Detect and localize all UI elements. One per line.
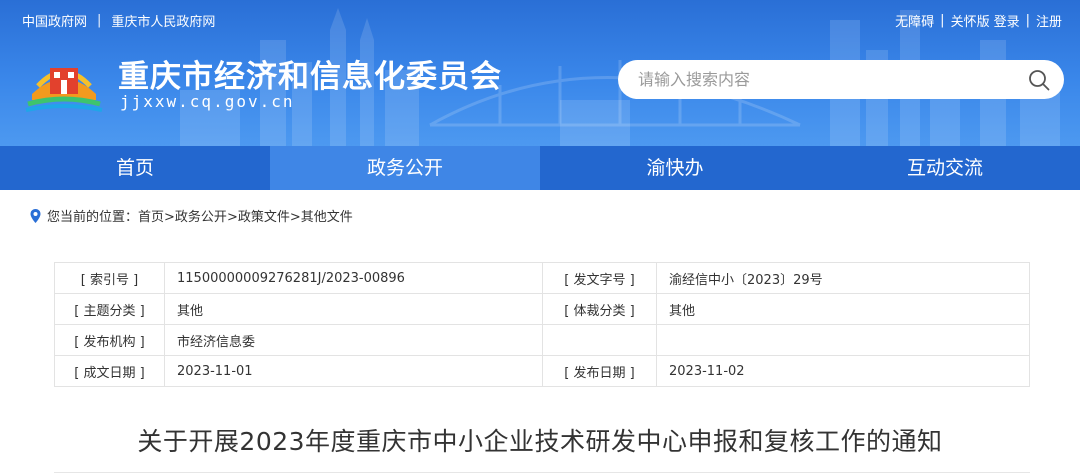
empty-cell	[542, 324, 657, 356]
divider: |	[1025, 13, 1030, 28]
search-icon[interactable]	[1028, 69, 1050, 91]
genre-value: 其他	[656, 293, 1030, 325]
location-pin-icon	[30, 208, 41, 223]
document-info-table: [ 索引号 ] 11500000009276281J/2023-00896 [ …	[54, 262, 1030, 387]
site-header: 中国政府网 | 重庆市人民政府网 无障碍 | 关怀版 登录 | 注册 重庆市经济…	[0, 0, 1080, 146]
breadcrumb-policy-documents[interactable]: >政策文件	[227, 206, 290, 225]
site-logo-icon[interactable]	[24, 50, 104, 112]
nav-yukuaiban[interactable]: 渝快办	[540, 146, 810, 190]
docno-value: 渝经信中小〔2023〕29号	[656, 262, 1030, 294]
document-title: 关于开展2023年度重庆市中小企业技术研发中心申报和复核工作的通知	[137, 427, 943, 456]
link-login[interactable]: 登录	[994, 11, 1020, 30]
top-links-left: 中国政府网 | 重庆市人民政府网	[22, 11, 215, 30]
nav-home[interactable]: 首页	[0, 146, 270, 190]
table-row: [ 成文日期 ] 2023-11-01 [ 发布日期 ] 2023-11-02	[54, 355, 1030, 387]
divider: |	[97, 13, 102, 28]
org-value: 市经济信息委	[164, 324, 543, 356]
created-date-value: 2023-11-01	[164, 355, 543, 387]
breadcrumb-government-affairs[interactable]: >政务公开	[164, 206, 227, 225]
link-register[interactable]: 注册	[1036, 11, 1062, 30]
table-row: [ 发布机构 ] 市经济信息委	[54, 324, 1030, 356]
link-gov-cn[interactable]: 中国政府网	[22, 11, 87, 30]
nav-interaction[interactable]: 互动交流	[810, 146, 1080, 190]
org-label: [ 发布机构 ]	[54, 324, 165, 356]
docno-label: [ 发文字号 ]	[542, 262, 657, 294]
genre-label: [ 体裁分类 ]	[542, 293, 657, 325]
title-divider	[54, 472, 1030, 473]
divider: |	[940, 13, 945, 28]
breadcrumb: 您当前的位置： 首页 >政务公开 >政策文件 >其他文件	[30, 206, 353, 225]
topic-label: [ 主题分类 ]	[54, 293, 165, 325]
table-row: [ 主题分类 ] 其他 [ 体裁分类 ] 其他	[54, 293, 1030, 325]
empty-cell	[656, 324, 1030, 356]
published-date-value: 2023-11-02	[656, 355, 1030, 387]
main-nav: 首页 政务公开 渝快办 互动交流	[0, 146, 1080, 190]
link-care-mode[interactable]: 关怀版	[951, 11, 990, 30]
created-date-label: [ 成文日期 ]	[54, 355, 165, 387]
link-accessibility[interactable]: 无障碍	[895, 11, 934, 30]
top-links-right: 无障碍 | 关怀版 登录 | 注册	[895, 11, 1062, 30]
search-input[interactable]	[638, 70, 1028, 89]
topic-value: 其他	[164, 293, 543, 325]
breadcrumb-home[interactable]: 首页	[138, 206, 164, 225]
table-row: [ 索引号 ] 11500000009276281J/2023-00896 [ …	[54, 262, 1030, 294]
site-domain: jjxxw.cq.gov.cn	[120, 92, 295, 111]
site-title: 重庆市经济和信息化委员会	[118, 59, 502, 95]
link-cq-gov[interactable]: 重庆市人民政府网	[111, 11, 215, 30]
search-box	[618, 60, 1064, 99]
index-value: 11500000009276281J/2023-00896	[164, 262, 543, 294]
nav-government-affairs[interactable]: 政务公开	[270, 146, 540, 190]
breadcrumb-other-documents[interactable]: >其他文件	[290, 206, 353, 225]
index-label: [ 索引号 ]	[54, 262, 165, 294]
breadcrumb-prefix: 您当前的位置：	[47, 210, 139, 225]
published-date-label: [ 发布日期 ]	[542, 355, 657, 387]
